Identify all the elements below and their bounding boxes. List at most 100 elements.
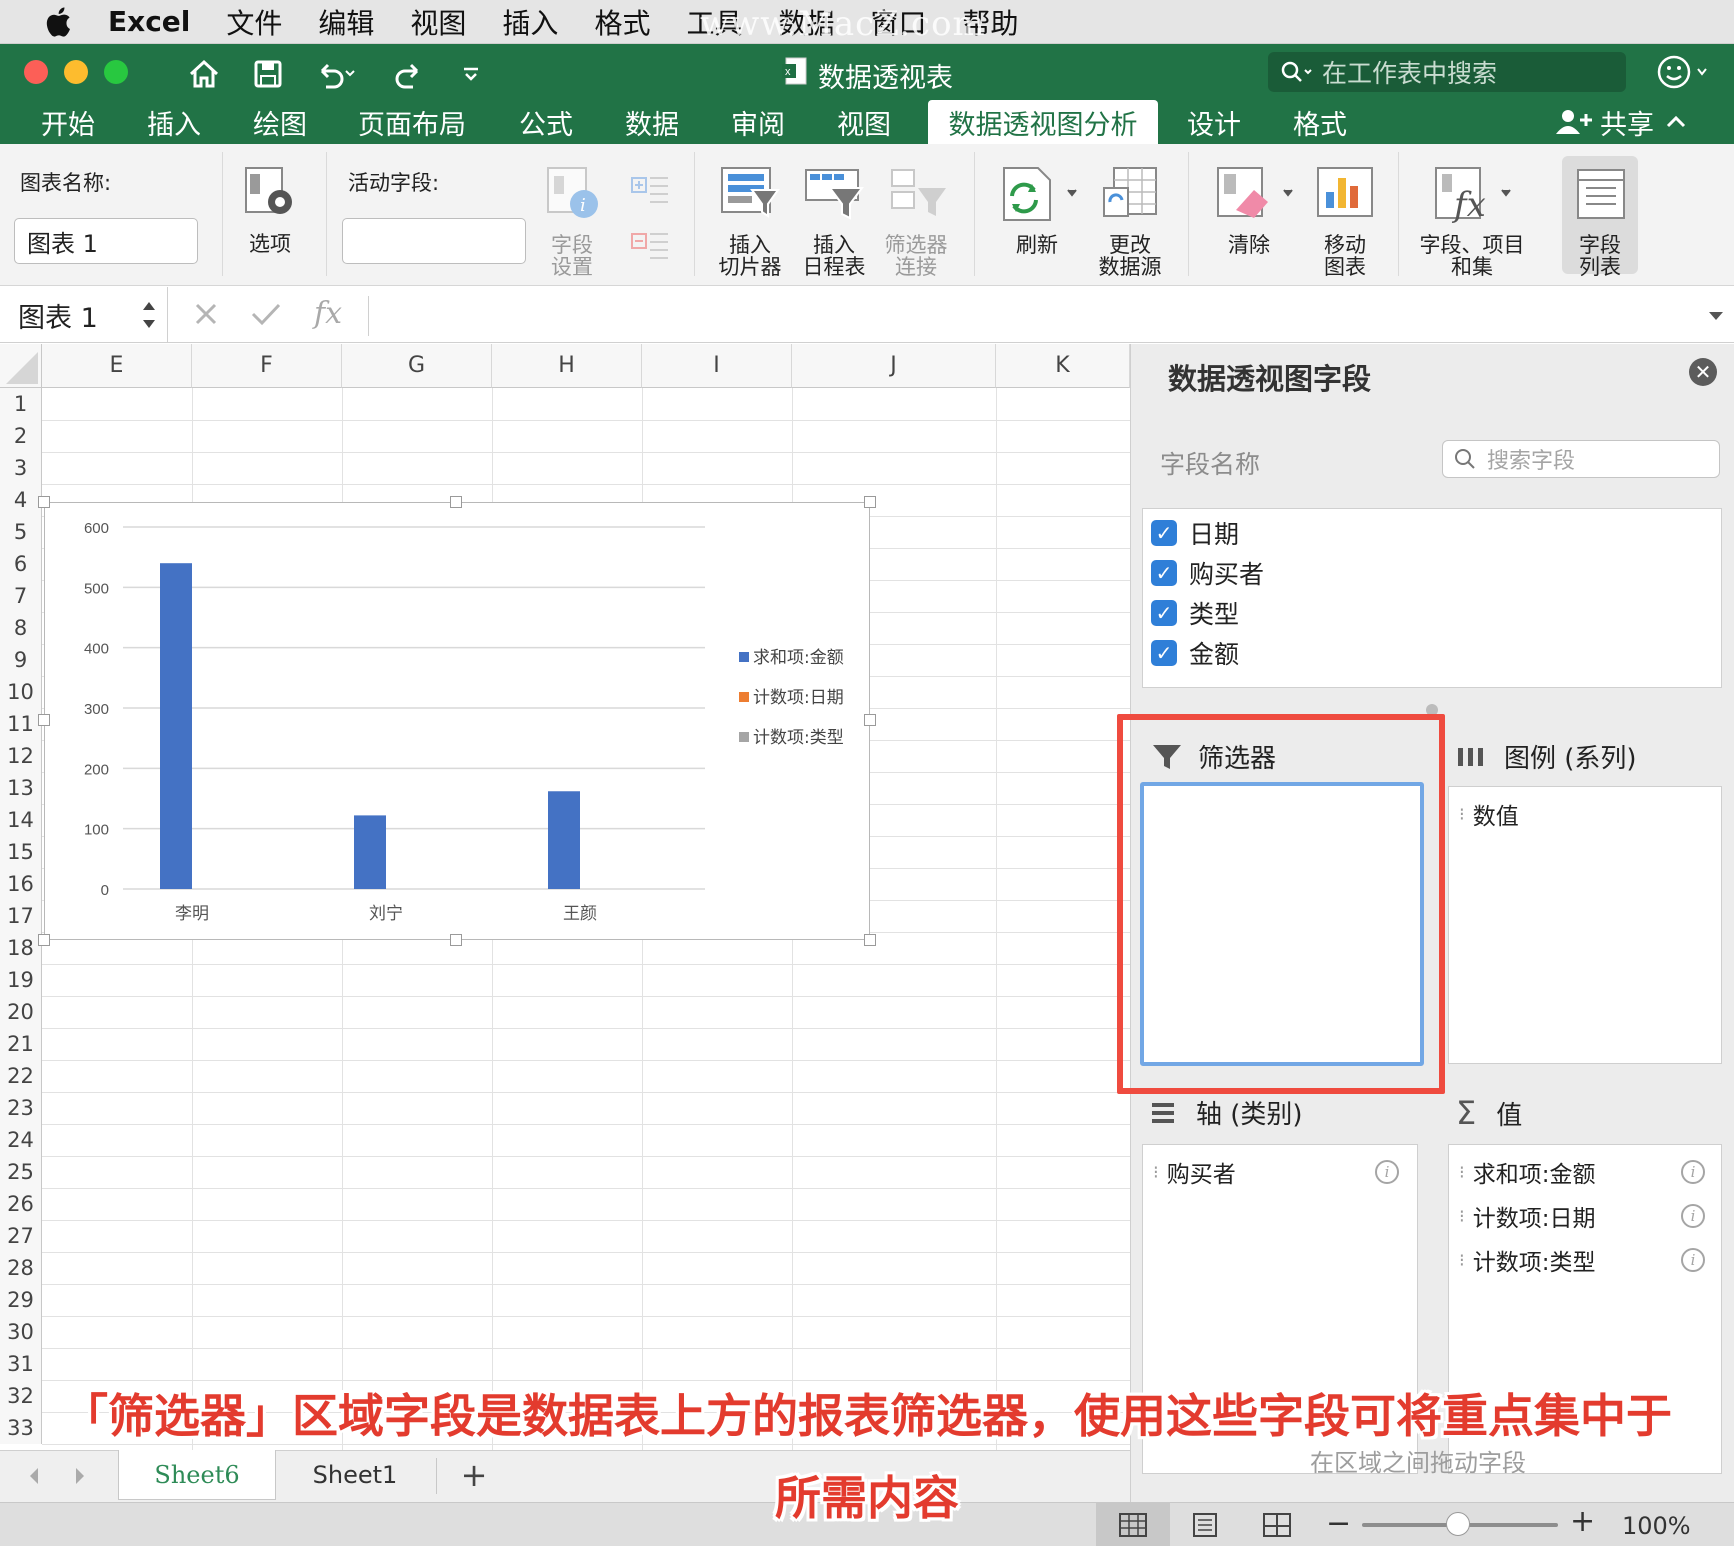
row-header[interactable]: 24 bbox=[0, 1124, 42, 1156]
sheet-search-input[interactable]: 在工作表中搜索 bbox=[1268, 52, 1626, 92]
checkbox-checked[interactable]: ✓ bbox=[1151, 600, 1177, 626]
insert-timeline-icon[interactable] bbox=[804, 164, 866, 224]
row-header[interactable]: 12 bbox=[0, 740, 42, 772]
refresh-icon[interactable] bbox=[998, 164, 1082, 224]
field-item-buyer[interactable]: ✓ 购买者 bbox=[1151, 555, 1264, 591]
tab-formulas[interactable]: 公式 bbox=[508, 100, 584, 144]
name-box[interactable]: 图表 1 bbox=[0, 287, 168, 343]
info-icon[interactable]: i bbox=[1681, 1160, 1705, 1184]
resize-handle[interactable] bbox=[450, 496, 462, 508]
menu-file[interactable]: 文件 bbox=[226, 2, 282, 42]
active-field-input[interactable] bbox=[342, 218, 526, 264]
row-header[interactable]: 14 bbox=[0, 804, 42, 836]
tab-design[interactable]: 设计 bbox=[1176, 100, 1252, 144]
column-header[interactable]: K bbox=[996, 344, 1130, 388]
tab-insert[interactable]: 插入 bbox=[136, 100, 212, 144]
tab-view[interactable]: 视图 bbox=[826, 100, 902, 144]
row-header[interactable]: 20 bbox=[0, 996, 42, 1028]
insert-slicer-icon[interactable] bbox=[718, 164, 780, 224]
row-header[interactable]: 31 bbox=[0, 1348, 42, 1380]
axis-item[interactable]: ⁝ 购买者 i bbox=[1153, 1155, 1409, 1189]
resize-handle[interactable] bbox=[864, 496, 876, 508]
resize-handle[interactable] bbox=[38, 714, 50, 726]
close-window-button[interactable] bbox=[24, 60, 48, 84]
fx-icon[interactable]: fx bbox=[314, 296, 342, 331]
field-item-amount[interactable]: ✓ 金额 bbox=[1151, 635, 1239, 671]
menu-edit[interactable]: 编辑 bbox=[318, 2, 374, 42]
filter-connections-icon[interactable] bbox=[888, 164, 950, 224]
row-header[interactable]: 23 bbox=[0, 1092, 42, 1124]
legend-drop-area[interactable]: ⁝ 数值 bbox=[1448, 786, 1722, 1064]
save-icon[interactable] bbox=[246, 52, 290, 96]
refresh-label[interactable]: 刷新 bbox=[1002, 234, 1072, 257]
cancel-entry-icon[interactable] bbox=[192, 300, 220, 328]
apple-icon[interactable] bbox=[38, 5, 84, 39]
menu-insert[interactable]: 插入 bbox=[502, 2, 558, 42]
row-header[interactable]: 18 bbox=[0, 932, 42, 964]
row-header[interactable]: 26 bbox=[0, 1188, 42, 1220]
redo-icon[interactable] bbox=[388, 52, 432, 96]
info-icon[interactable]: i bbox=[1681, 1248, 1705, 1272]
tab-pivotchart-analyze[interactable]: 数据透视图分析 bbox=[928, 100, 1158, 144]
field-list-icon[interactable] bbox=[1572, 164, 1630, 224]
select-all-corner[interactable] bbox=[0, 344, 42, 388]
collapse-ribbon-icon[interactable] bbox=[1654, 112, 1694, 132]
row-header[interactable]: 21 bbox=[0, 1028, 42, 1060]
row-header[interactable]: 13 bbox=[0, 772, 42, 804]
checkbox-checked[interactable]: ✓ bbox=[1151, 520, 1177, 546]
expand-formula-icon[interactable] bbox=[1706, 306, 1726, 326]
row-header[interactable]: 17 bbox=[0, 900, 42, 932]
row-header[interactable]: 11 bbox=[0, 708, 42, 740]
row-header[interactable]: 3 bbox=[0, 452, 42, 484]
tab-review[interactable]: 审阅 bbox=[720, 100, 796, 144]
resize-handle[interactable] bbox=[38, 496, 50, 508]
row-header[interactable]: 28 bbox=[0, 1252, 42, 1284]
menu-app-name[interactable]: Excel bbox=[108, 5, 190, 38]
column-header[interactable]: F bbox=[192, 344, 342, 388]
confirm-entry-icon[interactable] bbox=[250, 300, 282, 328]
tab-data[interactable]: 数据 bbox=[614, 100, 690, 144]
row-header[interactable]: 8 bbox=[0, 612, 42, 644]
resize-handle[interactable] bbox=[450, 934, 462, 946]
field-item-date[interactable]: ✓ 日期 bbox=[1151, 515, 1239, 551]
clear-eraser-icon[interactable] bbox=[1214, 164, 1298, 224]
row-header[interactable]: 29 bbox=[0, 1284, 42, 1316]
legend-item[interactable]: ⁝ 数值 bbox=[1459, 797, 1731, 831]
resize-handle[interactable] bbox=[38, 934, 50, 946]
share-button[interactable]: 共享 bbox=[1556, 100, 1694, 144]
options-gear-icon[interactable] bbox=[240, 164, 300, 224]
row-header[interactable]: 2 bbox=[0, 420, 42, 452]
chart-name-input[interactable]: 图表 1 bbox=[14, 218, 198, 264]
field-item-type[interactable]: ✓ 类型 bbox=[1151, 595, 1239, 631]
column-header[interactable]: J bbox=[792, 344, 996, 388]
field-settings-icon[interactable]: i bbox=[544, 164, 602, 224]
smiley-feedback-icon[interactable] bbox=[1656, 52, 1716, 92]
values-item[interactable]: ⁝ 计数项:类型 i bbox=[1459, 1243, 1715, 1277]
menu-format[interactable]: 格式 bbox=[594, 2, 650, 42]
row-header[interactable]: 27 bbox=[0, 1220, 42, 1252]
column-header[interactable]: I bbox=[642, 344, 792, 388]
tab-format[interactable]: 格式 bbox=[1282, 100, 1358, 144]
row-header[interactable]: 15 bbox=[0, 836, 42, 868]
undo-icon[interactable] bbox=[306, 52, 362, 96]
collapse-field-icon[interactable] bbox=[630, 228, 670, 264]
tab-draw[interactable]: 绘图 bbox=[242, 100, 318, 144]
customize-toolbar-icon[interactable] bbox=[456, 52, 486, 96]
field-search-input[interactable]: 搜索字段 bbox=[1442, 440, 1720, 478]
zoom-window-button[interactable] bbox=[104, 60, 128, 84]
resize-handle[interactable] bbox=[864, 714, 876, 726]
resize-handle[interactable] bbox=[864, 934, 876, 946]
info-icon[interactable]: i bbox=[1375, 1160, 1399, 1184]
move-chart-icon[interactable] bbox=[1314, 164, 1376, 224]
pivot-chart[interactable]: 600 500 400 300 200 100 0 李明 刘宁 王颜 求和项:金额 计数项:日期 计数项… bbox=[44, 502, 870, 940]
row-header[interactable]: 1 bbox=[0, 388, 42, 420]
row-header[interactable]: 7 bbox=[0, 580, 42, 612]
options-label[interactable]: 选项 bbox=[240, 233, 300, 256]
change-data-source-icon[interactable] bbox=[1100, 164, 1162, 224]
values-item[interactable]: ⁝ 计数项:日期 i bbox=[1459, 1199, 1715, 1233]
row-header[interactable]: 5 bbox=[0, 516, 42, 548]
info-icon[interactable]: i bbox=[1681, 1204, 1705, 1228]
minimize-window-button[interactable] bbox=[64, 60, 88, 84]
home-icon[interactable] bbox=[182, 52, 226, 96]
expand-field-icon[interactable] bbox=[630, 172, 670, 208]
